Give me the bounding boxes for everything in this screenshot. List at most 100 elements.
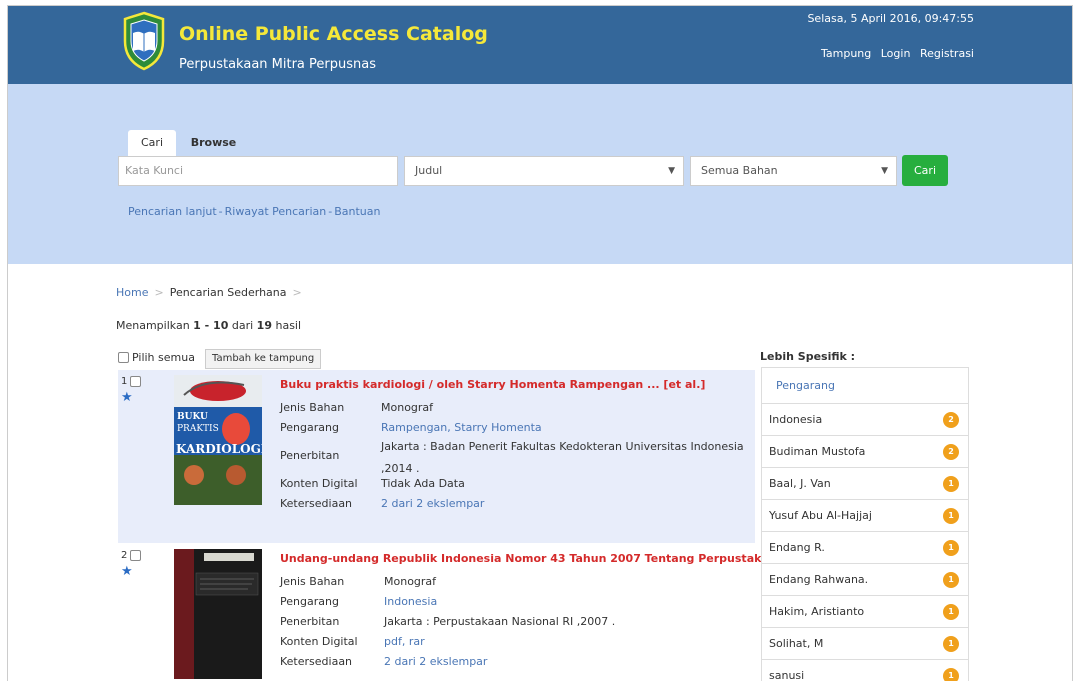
value-penerbitan: Jakarta : Badan Penerit Fakultas Kedokte… [381, 440, 744, 475]
help-link[interactable]: Bantuan [334, 205, 380, 218]
facet-count-badge: 1 [943, 508, 959, 524]
label-penerbitan: Penerbitan [280, 449, 340, 462]
dropdown-arrow-icon: ▼ [668, 166, 675, 176]
label-ketersediaan: Ketersediaan [280, 655, 353, 668]
result-checkbox[interactable] [130, 550, 142, 561]
breadcrumb-home[interactable]: Home [116, 286, 148, 299]
registrasi-link[interactable]: Registrasi [920, 47, 974, 60]
facet-item[interactable]: Endang R. 1 [762, 532, 968, 564]
site-title[interactable]: Online Public Access Catalog [179, 23, 488, 45]
facet-item[interactable]: Hakim, Aristianto 1 [762, 596, 968, 628]
facet-item[interactable]: Budiman Mustofa 2 [762, 436, 968, 468]
select-all-checkbox[interactable] [118, 352, 129, 363]
label-ketersediaan: Ketersediaan [280, 497, 353, 510]
value-jenis-bahan: Monograf [381, 401, 434, 414]
label-pengarang: Pengarang [280, 595, 339, 608]
library-shield-logo-icon[interactable] [121, 11, 167, 71]
search-panel: Cari Browse Kata Kunci Judul ▼ Semua Bah… [8, 84, 1072, 264]
facet-section-pengarang[interactable]: Pengarang [762, 368, 968, 404]
login-link[interactable]: Login [881, 47, 911, 60]
result-item: 1 ★ BUKU PRAKTIS KARDIOLOGI Buku praktis… [118, 370, 755, 543]
advanced-search-link[interactable]: Pencarian lanjut [128, 205, 217, 218]
field-select[interactable]: Judul ▼ [404, 156, 684, 186]
link-separator: - [328, 205, 333, 218]
dropdown-arrow-icon: ▼ [881, 166, 888, 176]
result-title[interactable]: Buku praktis kardiologi / oleh Starry Ho… [280, 378, 705, 391]
value-penerbitan: Jakarta : Perpustakaan Nasional RI ,2007… [384, 615, 616, 628]
summary-mid: dari [231, 319, 254, 332]
select-all-label: Pilih semua [132, 351, 195, 364]
facet-count-badge: 1 [943, 476, 959, 492]
facet-item-label: Hakim, Aristianto [769, 605, 865, 618]
facet-count-badge: 1 [943, 540, 959, 556]
current-datetime: Selasa, 5 April 2016, 09:47:55 [807, 12, 974, 25]
facet-item-label: Baal, J. Van [769, 477, 831, 490]
value-ketersediaan[interactable]: 2 dari 2 ekslempar [381, 497, 484, 510]
facet-item-label: Indonesia [769, 413, 823, 426]
summary-suffix: hasil [275, 319, 302, 332]
material-select-value: Semua Bahan [701, 164, 778, 177]
site-subtitle: Perpustakaan Mitra Perpusnas [179, 57, 376, 72]
result-summary: Menampilkan 1 - 10 dari 19 hasil [116, 319, 301, 332]
value-pengarang[interactable]: Indonesia [384, 595, 437, 608]
site-header: Online Public Access Catalog Perpustakaa… [8, 6, 1072, 84]
search-history-link[interactable]: Riwayat Pencarian [225, 205, 327, 218]
tampung-link[interactable]: Tampung [821, 47, 871, 60]
result-number: 2 [121, 550, 144, 561]
summary-prefix: Menampilkan [116, 319, 190, 332]
facet-item-label: Endang R. [769, 541, 825, 554]
breadcrumb-separator: > [154, 286, 164, 299]
result-number-text: 2 [121, 550, 128, 561]
value-konten-digital[interactable]: pdf, rar [384, 635, 425, 648]
facet-count-badge: 1 [943, 604, 959, 620]
result-number-text: 1 [121, 376, 128, 387]
cover-text-praktis: PRAKTIS [177, 424, 219, 434]
book-cover-image[interactable] [174, 549, 262, 679]
facet-count-badge: 2 [943, 412, 959, 428]
tab-cari[interactable]: Cari [128, 130, 176, 156]
star-icon[interactable]: ★ [121, 390, 133, 405]
label-penerbitan: Penerbitan [280, 615, 340, 628]
search-button[interactable]: Cari [902, 155, 948, 186]
facet-count-badge: 1 [943, 668, 959, 681]
facet-item-label: Endang Rahwana. [769, 573, 869, 586]
select-all[interactable]: Pilih semua [118, 351, 195, 364]
facet-item[interactable]: Baal, J. Van 1 [762, 468, 968, 500]
breadcrumb-current: Pencarian Sederhana [169, 286, 287, 299]
value-ketersediaan[interactable]: 2 dari 2 ekslempar [384, 655, 487, 668]
search-links: Pencarian lanjut - Riwayat Pencarian - Bantu… [128, 205, 380, 218]
star-icon[interactable]: ★ [121, 564, 133, 579]
breadcrumb: Home > Pencarian Sederhana > [116, 286, 308, 299]
add-to-tampung-button[interactable]: Tambah ke tampung [205, 349, 322, 369]
top-nav: Tampung Login Registrasi [815, 47, 974, 60]
label-jenis-bahan: Jenis Bahan [280, 401, 345, 414]
field-select-value: Judul [415, 164, 443, 177]
facet-item-label: Budiman Mustofa [769, 445, 866, 458]
link-separator: - [218, 205, 223, 218]
facet-item[interactable]: Yusuf Abu Al-Hajjaj 1 [762, 500, 968, 532]
keyword-input[interactable]: Kata Kunci [118, 156, 398, 186]
facet-title: Lebih Spesifik : [760, 350, 856, 363]
value-pengarang[interactable]: Rampengan, Starry Homenta [381, 421, 542, 434]
label-jenis-bahan: Jenis Bahan [280, 575, 345, 588]
facet-count-badge: 1 [943, 636, 959, 652]
tab-browse[interactable]: Browse [186, 130, 241, 156]
breadcrumb-separator: > [292, 286, 302, 299]
label-pengarang: Pengarang [280, 421, 339, 434]
facet-item[interactable]: Indonesia 2 [762, 404, 968, 436]
result-number: 1 [121, 376, 144, 387]
result-item: 2 ★ Undang-undang Republik Indonesia Nom… [118, 544, 784, 681]
result-title[interactable]: Undang-undang Republik Indonesia Nomor 4… [280, 552, 784, 565]
facet-panel: Pengarang Indonesia 2 Budiman Mustofa 2 Baal… [761, 367, 969, 681]
facet-item-label: Yusuf Abu Al-Hajjaj [769, 509, 872, 522]
facet-item[interactable]: Endang Rahwana. 1 [762, 564, 968, 596]
material-select[interactable]: Semua Bahan ▼ [690, 156, 897, 186]
label-konten-digital: Konten Digital [280, 635, 358, 648]
value-jenis-bahan: Monograf [384, 575, 437, 588]
book-cover-image[interactable]: BUKU PRAKTIS KARDIOLOGI [174, 375, 262, 505]
result-checkbox[interactable] [130, 376, 142, 387]
facet-item[interactable]: sanusi 1 [762, 660, 968, 681]
cover-text-buku: BUKU [177, 412, 208, 422]
facet-item[interactable]: Solihat, M 1 [762, 628, 968, 660]
browser-page: Online Public Access Catalog Perpustakaa… [7, 5, 1073, 681]
